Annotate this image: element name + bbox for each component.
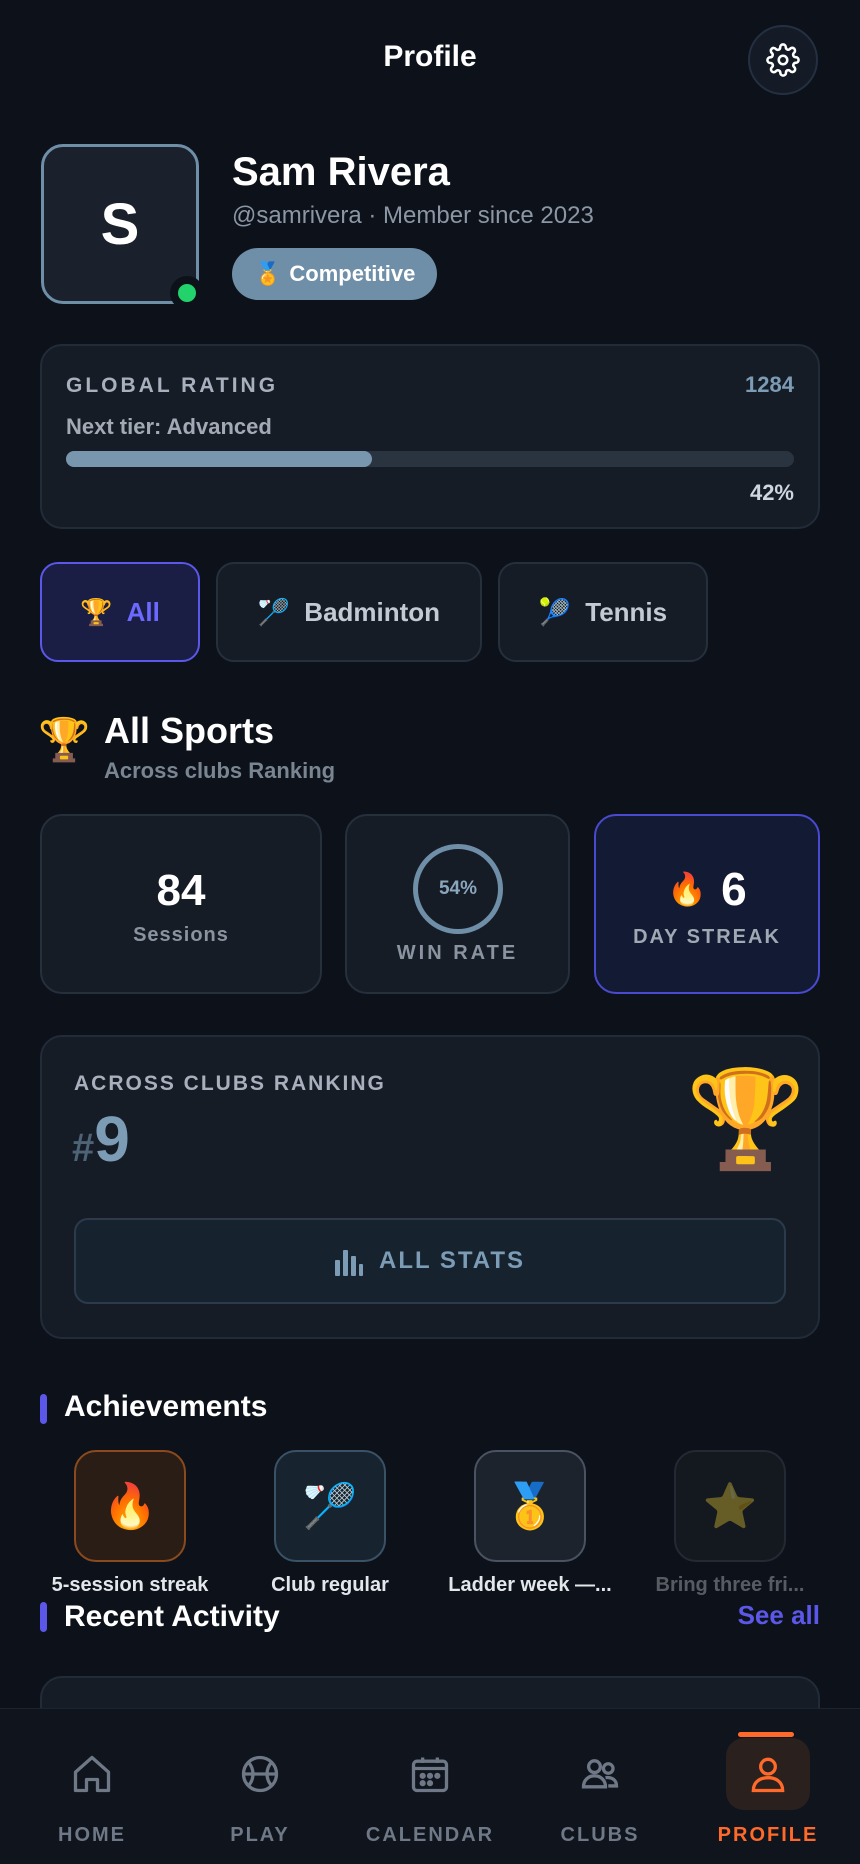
tab-all[interactable]: 🏆 All: [40, 562, 200, 662]
nav-calendar[interactable]: CALENDAR: [344, 1708, 516, 1864]
achievement-label: Bring three fri...: [655, 1574, 805, 1596]
recent-activity-title: Recent Activity: [64, 1600, 280, 1633]
achievement-badge[interactable]: 🔥: [74, 1450, 186, 1562]
nav-label: PROFILE: [717, 1824, 819, 1846]
sessions-value: 84: [156, 866, 206, 915]
rating-value: 1284: [745, 372, 794, 397]
achievement-badge[interactable]: 🏸: [274, 1450, 386, 1562]
ranking-hash: #: [72, 1126, 95, 1170]
trophy-icon: 🏆: [80, 596, 113, 627]
ranking-label: ACROSS CLUBS RANKING: [74, 1072, 386, 1095]
nav-home[interactable]: HOME: [6, 1708, 178, 1864]
ranking-value: 9: [94, 1103, 130, 1175]
nav-label: PLAY: [230, 1824, 290, 1846]
sessions-label: Sessions: [133, 924, 229, 946]
page-title: Profile: [383, 40, 477, 73]
nav-label: CLUBS: [560, 1824, 640, 1846]
calendar-icon: [411, 1757, 449, 1793]
tab-label: All: [126, 596, 160, 627]
online-status-indicator: [170, 276, 204, 310]
win-rate-label: WIN RATE: [396, 942, 519, 964]
ranking-number: # 9: [72, 1102, 130, 1176]
section-accent-bar: [40, 1394, 47, 1424]
nav-play[interactable]: PLAY: [174, 1708, 346, 1864]
trophy-icon: 🏆: [686, 1066, 806, 1173]
section-accent-bar: [40, 1602, 47, 1632]
play-ball-icon: [241, 1755, 279, 1793]
rating-progress-fill: [66, 451, 372, 467]
nav-clubs[interactable]: CLUBS: [514, 1708, 686, 1864]
level-badge: 🏅 Competitive: [232, 248, 438, 300]
all-stats-button[interactable]: ALL STATS: [74, 1218, 786, 1304]
see-all-link[interactable]: See all: [738, 1600, 820, 1631]
tab-badminton[interactable]: 🏸 Badminton: [216, 562, 482, 662]
trophy-icon: 🏆: [38, 716, 91, 763]
tab-label: Badminton: [304, 596, 441, 627]
avatar-initial: S: [100, 191, 140, 257]
medal-icon: 🥇: [502, 1482, 558, 1531]
win-rate-value: 54%: [438, 878, 478, 899]
win-rate-ring: 54%: [413, 844, 503, 934]
all-stats-label: ALL STATS: [379, 1247, 525, 1274]
streak-row: 🔥 6: [594, 862, 820, 916]
achievement-label: Ladder week —...: [448, 1574, 612, 1596]
streak-value: 6: [721, 863, 747, 915]
medal-icon: 🏅: [254, 261, 282, 286]
level-badge-label: Competitive: [289, 261, 416, 286]
profile-name: Sam Rivera: [232, 150, 450, 194]
nav-profile[interactable]: PROFILE: [682, 1708, 854, 1864]
badminton-icon: 🏸: [257, 596, 291, 627]
achievement-badge-locked[interactable]: ⭐: [674, 1450, 786, 1562]
star-icon: ⭐: [702, 1482, 758, 1531]
bar-chart-icon: [335, 1250, 363, 1276]
badminton-icon: 🏸: [302, 1482, 358, 1531]
home-icon: [73, 1755, 111, 1793]
achievement-label: Club regular: [271, 1574, 389, 1596]
rating-progress-percent: 42%: [749, 480, 794, 505]
rating-progress-bar: [66, 451, 794, 467]
next-tier-text: Next tier: Advanced: [66, 414, 272, 439]
rating-label: GLOBAL RATING: [66, 374, 279, 397]
achievement-badge[interactable]: 🥇: [474, 1450, 586, 1562]
achievements-title: Achievements: [64, 1390, 268, 1423]
gear-icon: [766, 43, 800, 77]
settings-button[interactable]: [748, 25, 818, 95]
profile-icon: [751, 1757, 785, 1793]
nav-label: HOME: [58, 1824, 126, 1846]
streak-label: DAY STREAK: [633, 926, 781, 948]
clubs-icon: [581, 1759, 619, 1789]
tab-tennis[interactable]: 🎾 Tennis: [498, 562, 708, 662]
achievement-label: 5-session streak: [51, 1574, 209, 1596]
section-title: All Sports: [104, 710, 275, 751]
tab-label: Tennis: [585, 596, 668, 627]
fire-icon: 🔥: [667, 871, 708, 907]
tennis-ball-icon: 🎾: [538, 596, 572, 627]
section-subtitle: Across clubs Ranking: [104, 758, 336, 783]
nav-label: CALENDAR: [365, 1824, 495, 1846]
profile-subtitle: @samrivera · Member since 2023: [232, 202, 594, 229]
fire-icon: 🔥: [102, 1482, 158, 1531]
